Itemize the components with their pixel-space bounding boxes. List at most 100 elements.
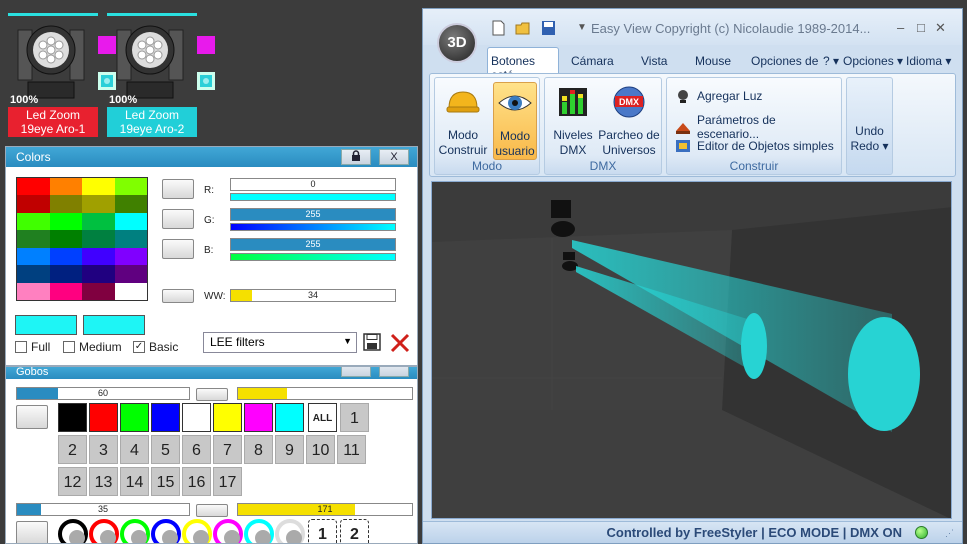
gobo2-reset-button[interactable] (196, 504, 228, 517)
palette-color-18[interactable] (82, 247, 115, 266)
palette-color-9[interactable] (49, 212, 82, 231)
all-button[interactable]: ALL (308, 403, 337, 432)
palette-color-4[interactable] (17, 195, 50, 213)
modo-usuario-button[interactable]: Modo usuario (493, 82, 537, 160)
color-wheel-cell-1[interactable] (89, 403, 118, 432)
parcheo-universos-button[interactable]: DMX Parcheo de Universos (597, 82, 661, 158)
tab-mouse[interactable]: Mouse (695, 47, 731, 75)
gobo-ring-6[interactable] (244, 519, 274, 543)
palette-color-24[interactable] (17, 282, 50, 300)
color-wheel-cell-3[interactable] (151, 403, 180, 432)
palette-color-14[interactable] (82, 230, 115, 248)
full-checkbox[interactable]: Full (15, 340, 50, 354)
fixture-1[interactable]: 100% Led Zoom 19eye Aro-1 (8, 8, 116, 138)
3d-viewport[interactable] (431, 181, 952, 519)
gobo-cell-15[interactable]: 15 (151, 467, 180, 496)
gobo-cell-9[interactable]: 9 (275, 435, 304, 464)
checkbox-box[interactable]: ✓ (133, 341, 145, 353)
tab-help[interactable]: ? ▾ (823, 47, 839, 75)
gobo-cell-17[interactable]: 17 (213, 467, 242, 496)
palette-color-12[interactable] (17, 230, 50, 248)
filter-select[interactable]: LEE filters ▼ (203, 332, 357, 353)
tab-vista[interactable]: Vista (641, 47, 667, 75)
gobo-cell-6[interactable]: 6 (182, 435, 211, 464)
gobo-ring-4[interactable] (182, 519, 212, 543)
g-value-bar[interactable]: 255 (230, 208, 396, 221)
previous-color-swatch[interactable] (83, 315, 145, 335)
palette-color-5[interactable] (49, 195, 82, 213)
resize-grip-icon[interactable]: ⋰ (945, 528, 954, 539)
color-wheel-cell-7[interactable] (275, 403, 304, 432)
gobo-cell-14[interactable]: 14 (120, 467, 149, 496)
tab-botones[interactable]: Botones está (487, 47, 559, 82)
palette-color-16[interactable] (17, 247, 50, 266)
ww-value-bar[interactable]: 34 (230, 289, 396, 302)
palette-color-21[interactable] (49, 265, 82, 283)
tab-idioma[interactable]: Idioma ▾ (906, 47, 951, 75)
palette-color-13[interactable] (49, 230, 82, 248)
gobo-ring-2[interactable] (120, 519, 150, 543)
modo-construir-button[interactable]: Modo Construir (437, 82, 489, 158)
gobo-cell-13[interactable]: 13 (89, 467, 118, 496)
close-button[interactable]: X (379, 149, 409, 165)
color-wheel-cell-0[interactable] (58, 403, 87, 432)
palette-color-23[interactable] (114, 265, 147, 283)
fixture-2[interactable]: 100% Led Zoom 19eye Aro-2 (107, 8, 215, 138)
gobo-cell-11[interactable]: 11 (337, 435, 366, 464)
gobo-cell-12[interactable]: 12 (58, 467, 87, 496)
gobo-cell-3[interactable]: 3 (89, 435, 118, 464)
gobo-cell-8[interactable]: 8 (244, 435, 273, 464)
palette-color-25[interactable] (49, 282, 82, 300)
gobo2-speed-bar[interactable]: 171 (237, 503, 413, 516)
palette-color-3[interactable] (114, 178, 147, 196)
gobo-ring-3[interactable] (151, 519, 181, 543)
palette-color-26[interactable] (82, 282, 115, 300)
tab-opciones-de[interactable]: Opciones de (751, 47, 818, 75)
basic-checkbox[interactable]: ✓ Basic (133, 340, 178, 354)
open-folder-icon[interactable] (515, 20, 530, 36)
green-preset-button[interactable] (162, 209, 194, 229)
color-wheel-cell-2[interactable] (120, 403, 149, 432)
palette-color-22[interactable] (82, 265, 115, 283)
delete-icon[interactable] (389, 332, 411, 354)
palette-color-1[interactable] (49, 178, 82, 196)
minimize-button[interactable]: – (897, 20, 904, 35)
gobo2-rotation-bar[interactable]: 35 (16, 503, 190, 516)
tab-opciones[interactable]: Opciones ▾ (843, 47, 903, 75)
app-logo[interactable]: 3D (437, 23, 477, 63)
palette-color-15[interactable] (114, 230, 147, 248)
palette-color-2[interactable] (82, 178, 115, 196)
lock-icon[interactable] (341, 367, 371, 377)
maximize-button[interactable]: □ (917, 20, 925, 35)
palette-color-6[interactable] (82, 195, 115, 213)
palette-color-19[interactable] (114, 247, 147, 266)
save-icon[interactable] (541, 20, 556, 36)
undo-redo-button[interactable]: Undo Redo ▾ (847, 124, 892, 154)
r-value-bar[interactable]: 0 (230, 178, 396, 191)
gobo-ring-num-2[interactable]: 2 (340, 519, 369, 543)
palette-color-27[interactable] (114, 282, 147, 300)
tab-camara[interactable]: Cámara (571, 47, 614, 75)
medium-checkbox[interactable]: Medium (63, 340, 122, 354)
gobo-ring-num-1[interactable]: 1 (308, 519, 337, 543)
editor-objetos-button[interactable]: Editor de Objetos simples (675, 138, 834, 154)
gobo-cell-10[interactable]: 10 (306, 435, 335, 464)
palette-color-11[interactable] (114, 212, 147, 231)
checkbox-box[interactable] (15, 341, 27, 353)
close-button[interactable] (379, 367, 409, 377)
gobo-cell-16[interactable]: 16 (182, 467, 211, 496)
gobo-rotation-bar[interactable]: 60 (16, 387, 190, 400)
gobo-cell-5[interactable]: 5 (151, 435, 180, 464)
close-button[interactable]: ✕ (935, 20, 946, 36)
gobo-reset-button[interactable] (196, 388, 228, 401)
palette-color-10[interactable] (82, 212, 115, 231)
b-value-bar[interactable]: 255 (230, 238, 396, 251)
color-palette[interactable] (16, 177, 148, 301)
new-file-icon[interactable] (491, 20, 506, 36)
ww-preset-button[interactable] (162, 289, 194, 303)
blue-preset-button[interactable] (162, 239, 194, 259)
gobo-cell-1[interactable]: 1 (340, 403, 369, 432)
palette-color-8[interactable] (17, 212, 50, 231)
parametros-escenario-button[interactable]: Parámetros de escenario... (675, 113, 841, 141)
lock-icon[interactable] (341, 149, 371, 165)
